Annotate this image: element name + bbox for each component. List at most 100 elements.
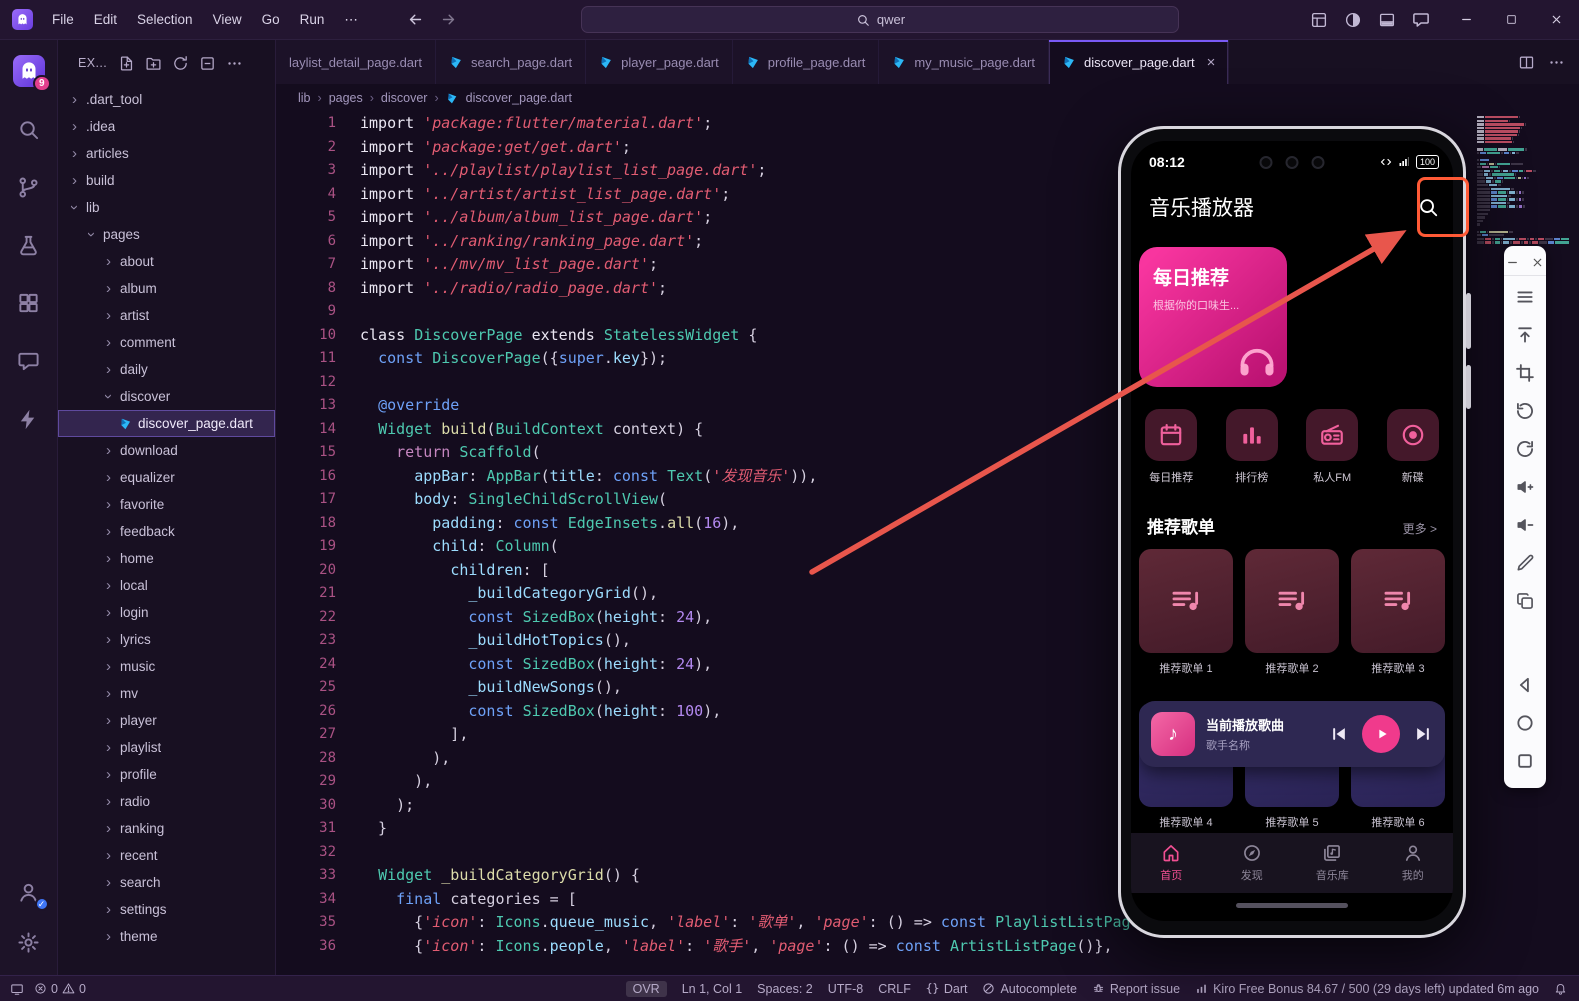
tree-item-favorite[interactable]: › favorite [58, 491, 275, 518]
emu-volume-down-button[interactable] [1504, 506, 1546, 544]
tree-item-album[interactable]: › album [58, 275, 275, 302]
tree-item-download[interactable]: › download [58, 437, 275, 464]
autocomplete-status[interactable]: Autocomplete [982, 982, 1077, 996]
tree-item-ranking[interactable]: › ranking [58, 815, 275, 842]
menu-file[interactable]: File [43, 8, 83, 32]
minimap[interactable] [1477, 116, 1571, 245]
end-of-line[interactable]: CRLF [878, 982, 911, 996]
emu-rotate-button[interactable] [1504, 392, 1546, 430]
category-personal-fm[interactable]: 私人FM [1292, 409, 1373, 485]
notifications-bell-icon[interactable] [1554, 982, 1567, 995]
tree-item-player[interactable]: › player [58, 707, 275, 734]
emu-android-back-button[interactable] [1504, 666, 1546, 704]
new-file-button[interactable] [118, 55, 135, 72]
language-mode[interactable]: Dart [926, 982, 967, 996]
emu-minimize-button[interactable] [1506, 256, 1519, 269]
daily-recommend-banner[interactable]: 每日推荐 根据你的口味生... [1139, 247, 1287, 387]
activitybar-settings[interactable] [12, 925, 46, 959]
maximize-button[interactable] [1489, 0, 1534, 40]
tab-player_page.dart[interactable]: player_page.dart [586, 40, 733, 84]
tree-item-about[interactable]: › about [58, 248, 275, 275]
next-button[interactable] [1413, 724, 1433, 744]
nav-discover[interactable]: 发现 [1212, 833, 1293, 893]
playlist-card[interactable]: 推荐歌单 1 [1139, 549, 1233, 676]
emu-screenshot-button[interactable] [1504, 354, 1546, 392]
tree-item-radio[interactable]: › radio [58, 788, 275, 815]
explorer-more-button[interactable] [226, 55, 243, 72]
close-tab-icon[interactable]: × [1207, 54, 1216, 71]
tree-item-feedback[interactable]: › feedback [58, 518, 275, 545]
tree-item-artist[interactable]: › artist [58, 302, 275, 329]
nav-mine[interactable]: 我的 [1373, 833, 1454, 893]
theme-toggle-button[interactable] [1338, 5, 1368, 35]
category-ranking[interactable]: 排行榜 [1212, 409, 1293, 485]
cursor-position[interactable]: Ln 1, Col 1 [682, 982, 742, 996]
tree-item-comment[interactable]: › comment [58, 329, 275, 356]
tree-item-articles[interactable]: › articles [58, 140, 275, 167]
playlist-card[interactable]: 推荐歌单 3 [1351, 549, 1445, 676]
emu-copy-button[interactable] [1504, 582, 1546, 620]
menu-view[interactable]: View [204, 8, 251, 32]
tree-item-theme[interactable]: › theme [58, 923, 275, 950]
activitybar-explorer[interactable]: 9 [12, 54, 51, 92]
nav-home[interactable]: 首页 [1131, 833, 1212, 893]
tree-item-mv[interactable]: › mv [58, 680, 275, 707]
breadcrumb-discover[interactable]: discover [381, 91, 428, 105]
emu-sync-button[interactable] [1504, 430, 1546, 468]
menu-[interactable]: ⋯ [335, 8, 367, 32]
play-button[interactable] [1362, 715, 1400, 753]
tree-item-local[interactable]: › local [58, 572, 275, 599]
tree-item-settings[interactable]: › settings [58, 896, 275, 923]
menu-edit[interactable]: Edit [85, 8, 126, 32]
nav-forward-icon[interactable] [440, 11, 457, 28]
tree-item-profile[interactable]: › profile [58, 761, 275, 788]
mini-player[interactable]: ♪ 当前播放歌曲 歌手名称 [1139, 701, 1445, 767]
activitybar-extensions[interactable] [12, 286, 46, 320]
playlist-card[interactable]: 推荐歌单 2 [1245, 549, 1339, 676]
kiro-bonus-meter[interactable]: Kiro Free Bonus 84.67 / 500 (29 days lef… [1195, 982, 1539, 996]
collapse-folders-button[interactable] [199, 55, 216, 72]
emu-android-recents-button[interactable] [1504, 742, 1546, 780]
problems-indicator[interactable]: 0 0 [34, 982, 86, 996]
new-folder-button[interactable] [145, 55, 162, 72]
encoding[interactable]: UTF-8 [828, 982, 863, 996]
close-button[interactable] [1534, 0, 1579, 40]
tab-my_music_page.dart[interactable]: my_music_page.dart [879, 40, 1049, 84]
tree-item-playlist[interactable]: › playlist [58, 734, 275, 761]
editor-more-icon[interactable] [1548, 54, 1565, 71]
refresh-explorer-button[interactable] [172, 55, 189, 72]
category-new-albums[interactable]: 新碟 [1373, 409, 1454, 485]
tree-item-lib[interactable]: › lib [58, 194, 275, 221]
activitybar-testing[interactable] [12, 228, 46, 262]
command-search-box[interactable]: qwer [581, 6, 1180, 33]
category-daily-recommend[interactable]: 每日推荐 [1131, 409, 1212, 485]
tree-item-daily[interactable]: › daily [58, 356, 275, 383]
tree-item-discover_page.dart[interactable]: discover_page.dart [58, 410, 275, 437]
nav-back-icon[interactable] [407, 11, 424, 28]
menu-go[interactable]: Go [253, 8, 289, 32]
tree-item-.idea[interactable]: › .idea [58, 113, 275, 140]
feedback-button[interactable] [1406, 5, 1436, 35]
activitybar-search[interactable] [12, 112, 46, 146]
activitybar-accounts[interactable]: ✓ [12, 875, 49, 911]
emu-android-home-button[interactable] [1504, 704, 1546, 742]
breadcrumb-pages[interactable]: pages [329, 91, 363, 105]
remote-indicator[interactable] [10, 982, 24, 996]
tab-laylist_detail_page.dart[interactable]: laylist_detail_page.dart [276, 40, 436, 84]
more-link[interactable]: 更多 > [1403, 520, 1437, 537]
activitybar-agent[interactable] [12, 402, 46, 436]
nav-music-library[interactable]: 音乐库 [1292, 833, 1373, 893]
tab-search_page.dart[interactable]: search_page.dart [435, 40, 587, 84]
minimize-button[interactable] [1444, 0, 1489, 40]
emu-close-button[interactable] [1531, 256, 1544, 269]
split-editor-icon[interactable] [1518, 54, 1535, 71]
breadcrumb-lib[interactable]: lib [298, 91, 311, 105]
tab-discover_page.dart[interactable]: discover_page.dart × [1049, 40, 1230, 84]
tree-item-login[interactable]: › login [58, 599, 275, 626]
activitybar-chat[interactable] [12, 344, 46, 378]
tree-item-pages[interactable]: › pages [58, 221, 275, 248]
emu-menu-button[interactable] [1504, 278, 1546, 316]
overtype-indicator[interactable]: OVR [625, 980, 667, 997]
tree-item-home[interactable]: › home [58, 545, 275, 572]
emu-volume-up-button[interactable] [1504, 468, 1546, 506]
